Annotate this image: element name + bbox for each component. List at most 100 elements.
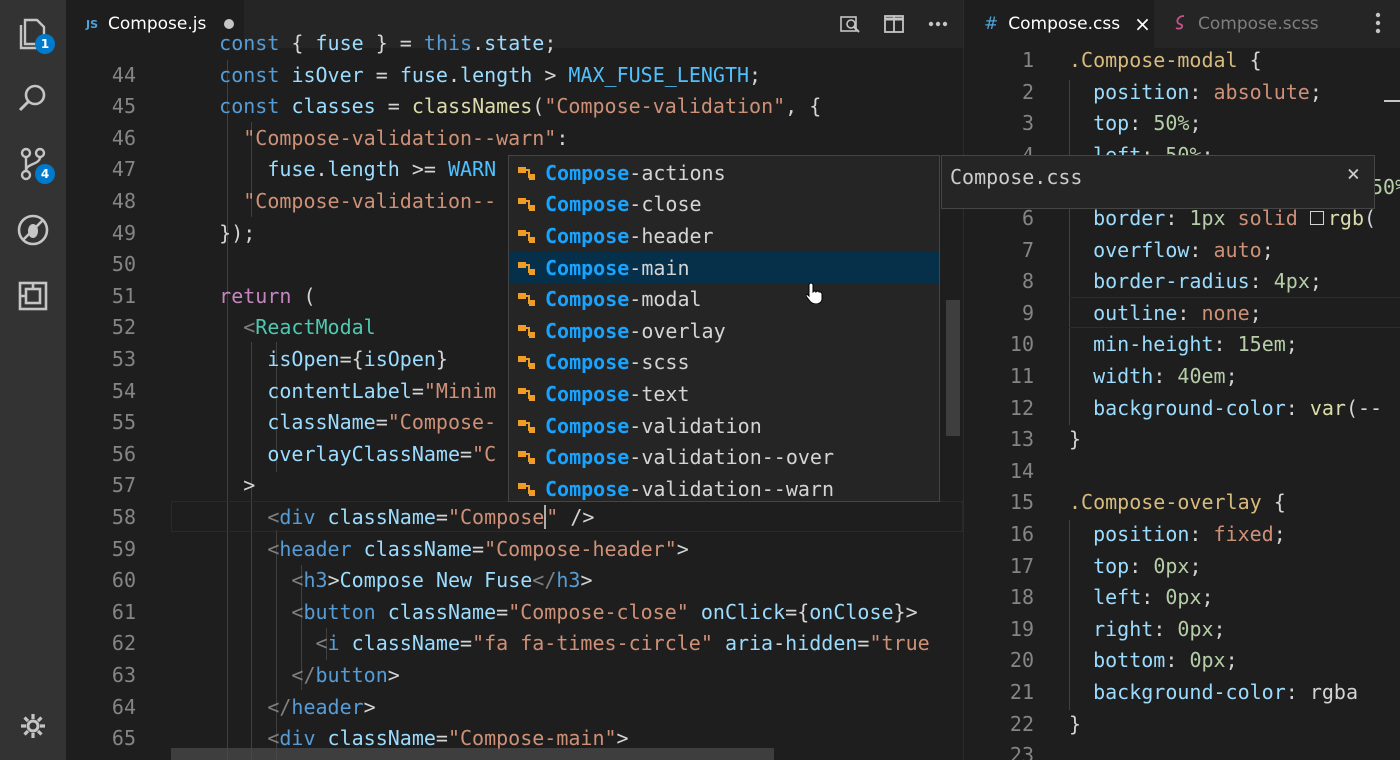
suggest-match: Compose <box>545 445 630 470</box>
class-icon <box>515 195 539 213</box>
close-icon[interactable]: × <box>1134 12 1151 36</box>
suggest-match: Compose <box>545 318 630 343</box>
code-line: right: 0px; <box>1093 616 1226 641</box>
minimap-slider[interactable] <box>1384 100 1400 102</box>
line-number: 20 <box>1009 648 1034 673</box>
class-icon <box>515 227 539 245</box>
suggest-item[interactable]: Compose -scss <box>509 347 939 379</box>
code-line: outline: none; <box>1093 300 1262 325</box>
code-line: }); <box>171 220 256 245</box>
suggest-match: Compose <box>545 192 630 217</box>
code-line: fuse.length >= WARN <box>267 157 497 182</box>
suggest-item[interactable]: Compose -validation <box>509 410 939 442</box>
suggest-match: Compose <box>545 160 630 185</box>
suggest-match: Compose <box>545 255 630 280</box>
suggest-item[interactable]: Compose -header <box>509 220 939 252</box>
code-line: const isOver = fuse.length > MAX_FUSE_LE… <box>219 62 762 87</box>
code-line: overlayClassName="C <box>267 441 497 466</box>
close-icon[interactable]: × <box>1347 162 1360 187</box>
line-number: 7 <box>1021 237 1034 262</box>
class-icon <box>515 164 539 182</box>
suggest-label: -validation--over <box>629 445 834 470</box>
code-line: bottom: 0px; <box>1093 648 1238 673</box>
line-number: 3 <box>1021 111 1034 136</box>
code-line: const classes = classNames("Compose-vali… <box>219 94 822 119</box>
css-file-icon: # <box>984 14 999 34</box>
suggest-widget[interactable]: Compose -actions Compose -close Compose -head… <box>508 155 940 502</box>
search-icon[interactable] <box>13 78 53 118</box>
line-number: 1 <box>1021 48 1034 72</box>
suggest-item[interactable]: Compose -actions <box>509 157 939 189</box>
class-icon <box>515 290 539 308</box>
code-line: position: absolute; <box>1093 79 1322 104</box>
code-line: isOpen={isOpen} <box>267 347 448 371</box>
line-number: 45 <box>111 94 136 119</box>
code-line: top: 50%; <box>1093 111 1202 136</box>
suggest-item[interactable]: Compose -validation--warn <box>509 473 939 501</box>
line-number: 58 <box>111 505 136 529</box>
suggest-details: Compose.css × <box>941 155 1375 209</box>
open-preview-icon[interactable] <box>839 13 861 35</box>
suggest-label: -overlay <box>629 318 726 343</box>
line-number: 53 <box>111 347 136 371</box>
class-icon <box>515 480 539 498</box>
horizontal-scrollbar[interactable] <box>171 748 774 760</box>
extensions-icon[interactable] <box>13 276 53 316</box>
activity-bar: 1 4 <box>0 0 66 760</box>
code-line: <h3>Compose New Fuse</h3> <box>291 568 593 593</box>
suggest-item[interactable]: Compose -close <box>509 189 939 221</box>
js-file-icon: JS <box>86 17 99 31</box>
suggest-match: Compose <box>545 381 630 406</box>
more-actions-icon[interactable] <box>927 13 949 35</box>
code-line: background-color: rgba <box>1093 680 1358 704</box>
line-number: 59 <box>111 536 136 561</box>
hand-cursor-icon <box>805 282 824 308</box>
source-control-icon[interactable]: 4 <box>13 144 55 184</box>
class-icon <box>515 417 539 435</box>
suggest-item[interactable]: Compose -validation--over <box>509 441 939 473</box>
tab-compose-css[interactable]: # Compose.css × <box>964 0 1154 48</box>
code-line: overflow: auto; <box>1093 237 1274 262</box>
suggest-item[interactable]: Compose -modal <box>509 283 939 315</box>
editor-right[interactable]: # Compose.css × Compose.scss 1 .Compose-m… <box>963 0 1400 760</box>
code-line: </button> <box>291 663 400 687</box>
code-line: "Compose-validation--warn": <box>243 125 569 150</box>
explorer-icon[interactable]: 1 <box>13 14 55 54</box>
suggest-match: Compose <box>545 413 630 438</box>
line-number: 46 <box>111 125 136 150</box>
code-line: <div className="Compose " /> <box>267 504 595 529</box>
line-number: 50 <box>111 252 136 277</box>
line-number: 21 <box>1009 680 1034 704</box>
editor-actions <box>839 10 949 38</box>
suggest-item[interactable]: Compose -overlay <box>509 315 939 347</box>
line-number: 60 <box>111 568 136 593</box>
class-icon <box>515 385 539 403</box>
line-number: 64 <box>111 694 136 719</box>
suggest-item[interactable]: Compose -main <box>509 251 939 284</box>
line-number: 14 <box>1009 458 1034 483</box>
code-line: position: fixed; <box>1093 522 1286 546</box>
line-number: 13 <box>1009 427 1034 452</box>
line-number: 16 <box>1009 522 1034 546</box>
split-editor-icon[interactable] <box>883 13 905 35</box>
suggest-label: -scss <box>629 350 690 375</box>
code-line: } <box>1069 711 1082 736</box>
code-line: const { fuse } = this.state; <box>219 31 557 55</box>
debug-icon[interactable] <box>13 210 53 250</box>
more-actions-icon[interactable] <box>1375 12 1381 38</box>
suggest-label: -actions <box>629 160 726 185</box>
gear-icon[interactable] <box>13 706 53 746</box>
code-line: className="Compose- <box>267 410 497 435</box>
suggest-item[interactable]: Compose -text <box>509 378 939 410</box>
tab-label: Compose.css <box>1008 14 1121 34</box>
code-line: .Compose-modal { <box>1069 48 1262 72</box>
line-number: 56 <box>111 441 136 466</box>
suggest-label: -header <box>629 223 714 248</box>
code-line: return ( <box>219 283 316 308</box>
vertical-scrollbar[interactable] <box>946 300 960 436</box>
class-icon <box>515 259 539 277</box>
line-number: 52 <box>111 315 136 340</box>
code-line: background-color: var(-- <box>1093 395 1383 420</box>
suggest-match: Compose <box>545 287 630 312</box>
tab-compose-scss[interactable]: Compose.scss <box>1154 0 1354 48</box>
